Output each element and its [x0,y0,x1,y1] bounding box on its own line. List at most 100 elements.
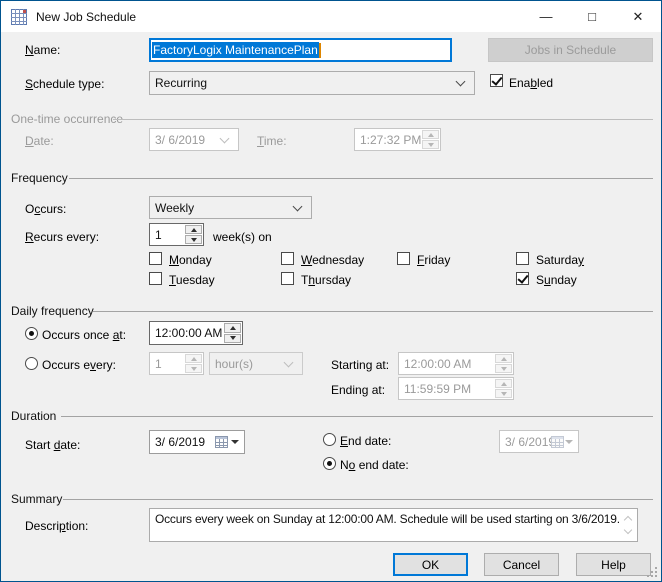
checkbox-monday[interactable] [149,252,162,265]
checkbox-saturday[interactable] [516,252,529,265]
daily-frequency-title: Daily frequency [11,304,94,318]
chevron-down-icon [284,357,294,367]
checkbox-wednesday-label: Wednesday [301,253,364,267]
spin-down-button [185,364,202,373]
cancel-button[interactable]: Cancel [484,553,559,576]
spinner-buttons [185,225,202,244]
spinner-buttons [495,379,512,398]
one-time-date-value: 3/ 6/2019 [155,133,205,147]
ending-at-label: Ending at: [331,383,385,397]
occurs-once-at-radio[interactable] [25,327,38,340]
description-label: Description: [25,519,88,533]
spin-down-button[interactable] [185,235,202,244]
minimize-icon[interactable]: — [523,1,569,32]
recurs-every-spinner[interactable]: 1 [149,223,204,246]
checkbox-wednesday[interactable] [281,252,294,265]
schedule-type-value: Recurring [155,76,207,90]
spin-up-button[interactable] [185,225,202,234]
occurs-every-value: 1 [155,357,162,371]
start-date-picker[interactable]: 3/ 6/2019 [149,430,245,454]
name-input[interactable]: FactoryLogix MaintenancePlan [149,38,452,62]
occurs-every-unit-value: hour(s) [215,357,253,371]
calendar-icon [215,436,228,448]
starting-at-label: Starting at: [331,358,389,372]
window-title: New Job Schedule [36,10,136,24]
one-time-occurrence-title: One-time occurrence [11,112,123,126]
calendar-icon [551,436,564,448]
maximize-icon[interactable]: □ [569,1,615,32]
spin-up-button [185,354,202,363]
section-divider [61,416,653,417]
frequency-title: Frequency [11,171,68,185]
text-caret [319,43,321,58]
close-icon[interactable]: ✕ [615,1,661,32]
new-job-schedule-dialog: New Job Schedule — □ ✕ Name: FactoryLogi… [0,0,662,582]
checkbox-friday-label: Friday [417,253,450,267]
time-label: Time: [257,134,287,148]
section-divider [63,499,653,500]
spin-down-button [495,364,512,373]
starting-at-spinner: 12:00:00 AM [398,352,514,375]
summary-title: Summary [11,492,62,506]
chevron-down-icon [293,201,303,211]
enabled-checkbox[interactable] [490,74,503,87]
one-time-time-value: 1:27:32 PM [360,133,421,147]
title-bar: New Job Schedule — □ ✕ [1,1,661,32]
one-time-date-select: 3/ 6/2019 [149,128,239,151]
checkbox-sunday-label: Sunday [536,273,577,287]
section-divider [93,311,653,312]
help-button[interactable]: Help [576,553,651,576]
occurs-once-at-label: Occurs once at: [42,328,126,342]
spinner-buttons [185,354,202,373]
occurs-every-radio[interactable] [25,357,38,370]
spin-down-button [495,389,512,398]
one-time-time-spinner: 1:27:32 PM [354,128,441,151]
recurs-every-value: 1 [155,228,162,242]
section-divider [113,119,653,120]
ending-at-spinner: 11:59:59 PM [398,377,514,400]
date-label: Date: [25,134,54,148]
occurs-once-at-value: 12:00:00 AM [155,326,222,340]
duration-title: Duration [11,409,56,423]
starting-at-value: 12:00:00 AM [404,357,471,371]
occurs-every-label: Occurs every: [42,358,116,372]
spinner-buttons [495,354,512,373]
end-date-radio[interactable] [323,433,336,446]
checkbox-saturday-label: Saturday [536,253,584,267]
checkbox-thursday[interactable] [281,272,294,285]
resize-grip[interactable] [647,567,649,569]
spin-up-button[interactable] [224,323,241,333]
spin-down-button[interactable] [224,334,241,344]
spin-up-button [422,130,439,139]
selected-text: FactoryLogix MaintenancePlan [152,42,319,58]
schedule-type-label: Schedule type: [25,77,104,91]
name-label: Name: [25,43,60,57]
spinner-buttons [422,130,439,149]
schedule-type-select[interactable]: Recurring [149,71,475,95]
spinner-buttons [224,323,241,343]
occurs-once-at-spinner[interactable]: 12:00:00 AM [149,321,243,345]
checkbox-sunday[interactable] [516,272,529,285]
dropdown-arrow-icon [231,440,239,444]
scroll-down-icon [624,526,632,534]
chevron-down-icon [220,133,230,143]
occurs-select[interactable]: Weekly [149,196,312,219]
spin-up-button [495,354,512,363]
description-text: Occurs every week on Sunday at 12:00:00 … [150,509,637,526]
checkbox-tuesday-label: Tuesday [169,273,215,287]
no-end-date-radio[interactable] [323,457,336,470]
checkbox-thursday-label: Thursday [301,273,351,287]
checkbox-tuesday[interactable] [149,272,162,285]
jobs-in-schedule-button: Jobs in Schedule [488,38,653,62]
description-box[interactable]: Occurs every week on Sunday at 12:00:00 … [149,508,638,542]
occurs-every-unit-select: hour(s) [209,352,303,375]
start-date-value: 3/ 6/2019 [155,435,205,449]
checkbox-friday[interactable] [397,252,410,265]
occurs-value: Weekly [155,201,194,215]
ok-button[interactable]: OK [393,553,468,576]
recurs-every-label: Recurs every: [25,230,99,244]
occurs-label: Occurs: [25,202,66,216]
spin-down-button [422,140,439,149]
end-date-picker: 3/ 6/2019 [499,430,579,453]
end-date-value: 3/ 6/2019 [505,435,555,449]
